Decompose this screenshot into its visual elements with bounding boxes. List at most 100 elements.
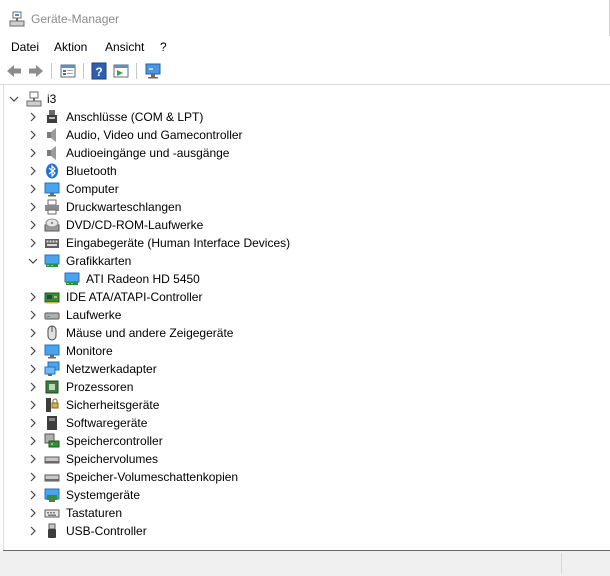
chevron-right-icon[interactable] [27,327,39,339]
tree-item-label: Systemgeräte [66,488,141,502]
software-device-icon [47,416,57,430]
tree-item-security-devices[interactable]: Sicherheitsgeräte [4,396,604,414]
tree-item-keyboards[interactable]: Tastaturen [4,504,604,522]
monitor-icon [44,344,60,359]
tree-item-processors[interactable]: Prozessoren [4,378,604,396]
chevron-right-icon[interactable] [27,219,39,231]
device-tree: i3 Anschlüsse (COM & LPT) Audio, Video u… [3,85,610,550]
chevron-right-icon[interactable] [27,129,39,141]
tree-item-label: Laufwerke [66,308,122,322]
speaker-icon [47,128,56,142]
tree-root-label: i3 [47,92,57,106]
network-adapter-icon [44,361,60,376]
chevron-right-icon[interactable] [27,165,39,177]
menu-file[interactable]: Datei [11,40,39,54]
chevron-right-icon[interactable] [27,435,39,447]
tree-item-dvd-drives[interactable]: DVD/CD-ROM-Laufwerke [4,216,604,234]
tree-item-label: Grafikkarten [66,254,132,268]
tree-item-usb-controllers[interactable]: USB-Controller [4,522,604,540]
tree-item-network-adapters[interactable]: Netzwerkadapter [4,360,604,378]
tree-item-system-devices[interactable]: Systemgeräte [4,486,604,504]
tree-item-label: Speicher-Volumeschattenkopien [66,470,239,484]
tree-item-label: Audioeingänge und -ausgänge [66,146,230,160]
port-icon [47,110,57,123]
properties-view-icon[interactable] [59,62,77,80]
keyboard-icon [44,509,60,518]
svg-text:?: ? [95,65,102,79]
help-icon[interactable]: ? [90,62,108,80]
disc-drive-icon [44,218,60,232]
chevron-right-icon[interactable] [27,363,39,375]
tree-item-label: Tastaturen [66,506,123,520]
tree-item-software-devices[interactable]: Softwaregeräte [4,414,604,432]
chevron-right-icon[interactable] [27,147,39,159]
chevron-right-icon[interactable] [27,507,39,519]
scan-hardware-icon[interactable] [144,62,162,80]
status-bar-separator [561,553,562,574]
tree-item-label: Prozessoren [66,380,134,394]
tree-item-monitors[interactable]: Monitore [4,342,604,360]
menu-view[interactable]: Ansicht [105,40,144,54]
chevron-right-icon[interactable] [27,453,39,465]
tree-item-audio-inputs[interactable]: Audioeingänge und -ausgänge [4,144,604,162]
status-bar [0,551,610,576]
tree-item-ide-controllers[interactable]: IDE ATA/ATAPI-Controller [4,288,604,306]
tree-root[interactable]: i3 [4,90,604,108]
tree-item-label: Druckwarteschlangen [66,200,182,214]
chevron-right-icon[interactable] [27,237,39,249]
tree-item-storage-controllers[interactable]: Speichercontroller [4,432,604,450]
chevron-right-icon[interactable] [27,381,39,393]
toolbar-separator [136,63,137,79]
tree-item-print-queues[interactable]: Druckwarteschlangen [4,198,604,216]
action-view-icon[interactable] [112,62,130,80]
keyboard-device-icon [45,239,59,248]
chevron-right-icon[interactable] [27,489,39,501]
tree-item-volume-shadow-copies[interactable]: Speicher-Volumeschattenkopien [4,468,604,486]
tree-item-hid[interactable]: Eingabegeräte (Human Interface Devices) [4,234,604,252]
menu-bar: Datei Aktion Ansicht ? [0,36,610,58]
window-title: Geräte-Manager [31,12,120,26]
tree-item-mice[interactable]: Mäuse und andere Zeigegeräte [4,324,604,342]
tree-item-ports[interactable]: Anschlüsse (COM & LPT) [4,108,604,126]
tree-item-label: Computer [66,182,119,196]
tree-item-label: Sicherheitsgeräte [66,398,160,412]
security-device-icon [46,398,59,412]
chevron-right-icon[interactable] [27,111,39,123]
tree-item-audio-video[interactable]: Audio, Video und Gamecontroller [4,126,604,144]
storage-controller-icon [44,433,60,448]
toolbar: ? [0,58,610,85]
chevron-right-icon[interactable] [27,345,39,357]
chevron-right-icon[interactable] [27,183,39,195]
display-adapter-icon [44,254,60,267]
chevron-right-icon[interactable] [27,399,39,411]
tree-item-label: USB-Controller [66,524,147,538]
chevron-right-icon[interactable] [27,417,39,429]
tree-item-label: Netzwerkadapter [66,362,157,376]
forward-arrow-icon[interactable] [27,62,45,80]
monitor-icon [44,182,60,197]
tree-item-label: Anschlüsse (COM & LPT) [66,110,204,124]
menu-help[interactable]: ? [160,40,167,54]
tree-item-computer[interactable]: Computer [4,180,604,198]
chevron-right-icon[interactable] [27,525,39,537]
tree-item-label: IDE ATA/ATAPI-Controller [66,290,203,304]
chevron-right-icon[interactable] [27,471,39,483]
tree-item-disk-drives[interactable]: Laufwerke [4,306,604,324]
chevron-down-icon[interactable] [27,255,39,267]
chevron-right-icon[interactable] [27,309,39,321]
tree-item-label: Speichervolumes [66,452,159,466]
computer-root-icon [26,91,42,107]
tree-item-bluetooth[interactable]: Bluetooth [4,162,604,180]
tree-item-label: ATI Radeon HD 5450 [86,272,200,286]
tree-item-display-adapters[interactable]: Grafikkarten [4,252,604,270]
chevron-right-icon[interactable] [27,291,39,303]
chevron-right-icon[interactable] [27,201,39,213]
volume-icon [44,456,60,464]
back-arrow-icon[interactable] [5,62,23,80]
tree-item-label: Audio, Video und Gamecontroller [66,128,243,142]
tree-item-storage-volumes[interactable]: Speichervolumes [4,450,604,468]
device-manager-icon [9,11,25,27]
menu-action[interactable]: Aktion [54,40,87,54]
chevron-down-icon[interactable] [8,93,20,105]
tree-child-ati-radeon[interactable]: ATI Radeon HD 5450 [4,270,604,288]
